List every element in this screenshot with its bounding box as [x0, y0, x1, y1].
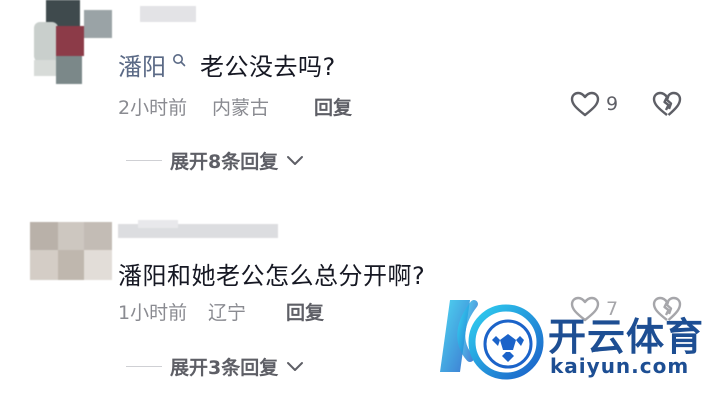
comment-time: 1小时前 — [118, 302, 188, 324]
chevron-down-icon — [287, 361, 304, 371]
broken-heart-icon — [652, 91, 682, 116]
comment-text: 潘阳和她老公怎么总分开啊? — [118, 262, 426, 290]
reply-button[interactable]: 回复 — [314, 93, 352, 120]
heart-icon — [570, 91, 600, 117]
watermark-brand-en: kaiyun.com — [550, 354, 690, 378]
avatar[interactable] — [34, 0, 116, 84]
comment-author-name[interactable]: 潘阳 — [118, 47, 186, 82]
dislike-button[interactable] — [652, 91, 682, 121]
username-blurred — [140, 6, 196, 24]
expand-replies-button[interactable]: 展开8条回复 — [126, 147, 304, 174]
username-blurred — [118, 220, 278, 240]
watermark-brand-cn: 开云体育 — [548, 315, 705, 359]
comment-time: 2小时前 — [118, 97, 188, 119]
divider-line — [126, 160, 162, 161]
like-count: 9 — [606, 93, 619, 115]
watermark-logo: 开云体育 kaiyun.com — [430, 290, 720, 400]
comment-location: 辽宁 — [208, 302, 247, 324]
soccer-ball-logo-icon — [440, 300, 544, 380]
comment-location: 内蒙古 — [212, 97, 270, 119]
chevron-down-icon — [287, 155, 304, 165]
reply-button[interactable]: 回复 — [286, 298, 324, 325]
avatar[interactable] — [30, 222, 112, 280]
divider-line — [126, 366, 162, 367]
comment-text: 老公没去吗? — [200, 53, 336, 81]
like-button[interactable]: 9 — [570, 91, 618, 117]
search-icon — [173, 53, 186, 66]
expand-replies-button[interactable]: 展开3条回复 — [126, 353, 304, 380]
